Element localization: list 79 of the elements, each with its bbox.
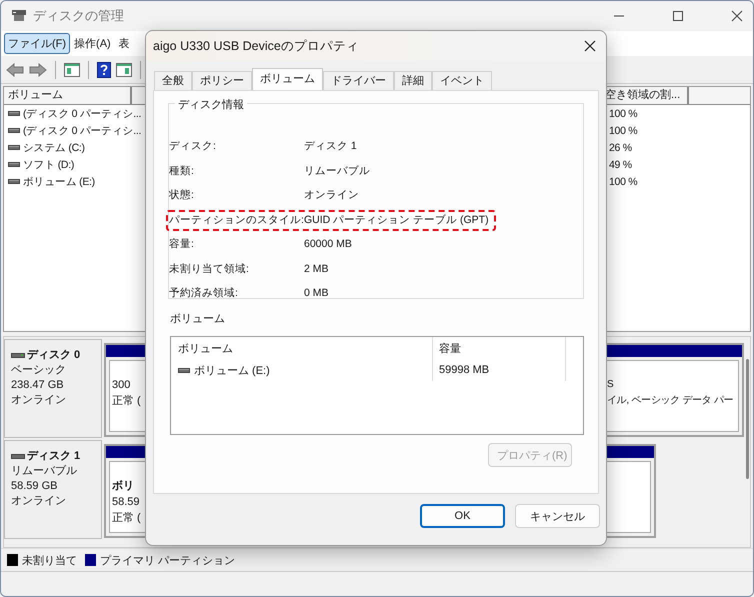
tab[interactable]: イベント xyxy=(432,71,492,90)
table-cell: ソフト (D:) xyxy=(23,158,74,172)
partition-text: ボリ xyxy=(112,479,134,494)
disk-name: ディスク 1 xyxy=(27,449,80,464)
field-label: パーティションのスタイル: xyxy=(169,212,304,227)
legend-label: 未割り当て xyxy=(22,554,77,568)
field-label: ディスク: xyxy=(169,139,217,154)
drive-icon xyxy=(8,126,20,135)
partition-text: 58.59 xyxy=(112,495,140,510)
field-value: 60000 MB xyxy=(304,238,352,250)
tab[interactable]: ドライバー xyxy=(323,71,394,90)
tab[interactable]: 全般 xyxy=(154,71,192,90)
field-value: 2 MB xyxy=(304,262,329,275)
scrollbar[interactable] xyxy=(746,359,749,479)
table-cell-text: 100 % xyxy=(608,108,638,120)
tab[interactable]: ポリシー xyxy=(192,71,252,90)
drive-icon xyxy=(11,351,25,360)
field-label: 容量: xyxy=(169,237,195,252)
close-icon[interactable] xyxy=(584,40,596,52)
close-icon[interactable] xyxy=(731,10,743,22)
field-label: 種類: xyxy=(169,164,195,178)
window-title: ディスクの管理 xyxy=(33,7,124,25)
disk-status: オンライン xyxy=(11,494,67,509)
partition-text: S xyxy=(607,378,614,392)
drive-icon xyxy=(8,109,20,118)
legend-label: プライマリ パーティション xyxy=(100,554,236,568)
disk-type: ベーシック xyxy=(11,363,67,378)
table-cell-text: 100 % xyxy=(608,124,638,136)
field-value: オンライン xyxy=(304,188,359,202)
cancel-button[interactable]: キャンセル xyxy=(515,504,600,528)
disk-type: リムーバブル xyxy=(11,464,78,479)
drive-icon xyxy=(8,143,20,152)
menu-item[interactable]: 表 xyxy=(114,33,134,54)
partition-text: 正常 ( xyxy=(112,394,141,409)
disk-management-icon xyxy=(11,9,27,23)
partition-text: 300 xyxy=(112,378,130,393)
table-cell: 59998 MB xyxy=(433,359,566,381)
disk-size: 238.47 GB xyxy=(11,378,65,393)
pane-icon[interactable] xyxy=(64,62,80,76)
drive-icon xyxy=(11,452,25,461)
table-cell-text: 26 % xyxy=(608,142,633,154)
table-cell: ボリューム (E:) xyxy=(23,174,95,188)
menu-item[interactable]: 操作(A) xyxy=(70,33,115,54)
ok-button[interactable]: OK xyxy=(420,504,505,528)
disk-size: 58.59 GB xyxy=(11,479,58,494)
column-header[interactable]: ボリューム xyxy=(171,337,433,359)
field-value: GUID パーティション テーブル (GPT) xyxy=(304,212,489,227)
menu-item[interactable]: ファイル(F) xyxy=(4,33,70,54)
field-value: リムーバブル xyxy=(304,164,370,178)
tab[interactable]: 詳細 xyxy=(394,71,432,90)
column-header[interactable]: ボリューム xyxy=(4,87,132,104)
field-label: 未割り当て領域: xyxy=(169,262,250,276)
field-value: 0 MB xyxy=(304,287,329,300)
back-icon[interactable] xyxy=(6,62,24,76)
pane-icon[interactable] xyxy=(116,62,132,76)
field-label: 状態: xyxy=(169,188,195,202)
table-cell: (ディスク 0 パーティシ... xyxy=(23,106,142,120)
partition-text: 正常 ( xyxy=(112,511,141,526)
help-icon[interactable] xyxy=(97,62,111,78)
table-cell-text: ボリューム (E:) xyxy=(194,364,270,378)
tab[interactable]: ボリューム xyxy=(252,68,323,90)
table-cell: (ディスク 0 パーティシ... xyxy=(23,124,142,138)
maximize-icon[interactable] xyxy=(672,10,684,22)
dialog-title: aigo U330 USB Deviceのプロパティ xyxy=(153,38,359,54)
disk-status: オンライン xyxy=(11,393,67,408)
column-header[interactable]: 容量 xyxy=(433,337,566,359)
drive-icon xyxy=(8,177,20,186)
field-label: 予約済み領域: xyxy=(169,286,239,300)
table-cell-text: 49 % xyxy=(608,158,633,170)
drive-icon xyxy=(8,160,20,169)
forward-icon[interactable] xyxy=(29,62,47,76)
section-label: ボリューム xyxy=(170,312,226,326)
partition-text: イル, ベーシック データ パー xyxy=(607,394,734,408)
drive-icon xyxy=(178,366,190,374)
group-title: ディスク情報 xyxy=(175,97,247,112)
disk-name: ディスク 0 xyxy=(27,348,80,363)
table-cell: システム (C:) xyxy=(23,140,85,154)
field-value: ディスク 1 xyxy=(304,139,357,154)
table-cell-text: 100 % xyxy=(608,176,638,188)
